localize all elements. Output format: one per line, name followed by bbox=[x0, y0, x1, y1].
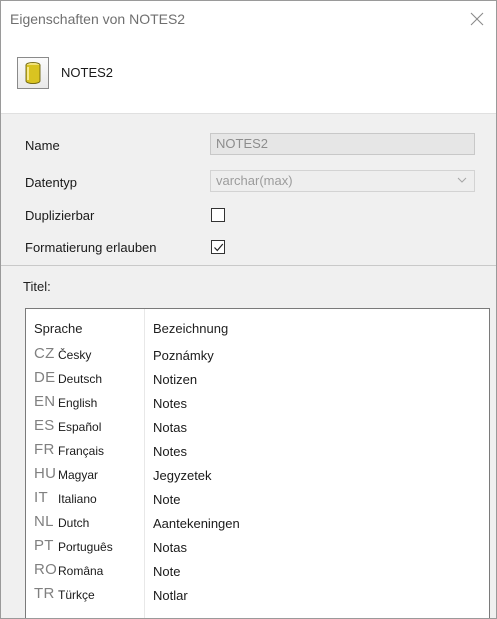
language-name: Româna bbox=[58, 564, 104, 578]
language-name: Česky bbox=[58, 348, 92, 362]
window-title: Eigenschaften von NOTES2 bbox=[10, 11, 186, 27]
column-header-language[interactable]: Sprache bbox=[34, 321, 82, 336]
language-name: Dutch bbox=[58, 516, 90, 530]
language-code: NL bbox=[34, 513, 54, 530]
name-label: Name bbox=[25, 138, 60, 153]
column-header-designation[interactable]: Bezeichnung bbox=[153, 321, 228, 336]
chevron-down-icon bbox=[457, 177, 467, 183]
list-item[interactable]: IT Italiano Note bbox=[26, 488, 489, 512]
object-header: NOTES2 bbox=[1, 41, 496, 111]
designation-value[interactable]: Notes bbox=[153, 396, 187, 411]
language-name: Deutsch bbox=[58, 372, 103, 386]
list-item[interactable]: ES Español Notas bbox=[26, 416, 489, 440]
language-code: CZ bbox=[34, 345, 55, 362]
language-name: English bbox=[58, 396, 98, 410]
language-name: Français bbox=[58, 444, 105, 458]
object-name: NOTES2 bbox=[61, 65, 114, 80]
language-code: ES bbox=[34, 417, 55, 434]
language-code: HU bbox=[34, 465, 57, 482]
list-item[interactable]: FR Français Notes bbox=[26, 440, 489, 464]
formatting-label: Formatierung erlauben bbox=[25, 240, 157, 255]
designation-value[interactable]: Jegyzetek bbox=[153, 468, 212, 483]
language-code: RO bbox=[34, 561, 58, 578]
properties-panel: Name NOTES2 Datentyp varchar(max) Dupliz… bbox=[1, 113, 496, 266]
language-name: Português bbox=[58, 540, 113, 554]
datatype-label: Datentyp bbox=[25, 175, 78, 190]
designation-value[interactable]: Aantekeningen bbox=[153, 516, 240, 531]
duplicable-label: Duplizierbar bbox=[25, 208, 95, 223]
designation-value[interactable]: Notizen bbox=[153, 372, 197, 387]
datatype-value: varchar(max) bbox=[216, 173, 293, 188]
titles-label: Titel: bbox=[23, 279, 51, 294]
designation-value[interactable]: Notas bbox=[153, 540, 187, 555]
list-item[interactable]: PT Português Notas bbox=[26, 536, 489, 560]
list-item[interactable]: EN English Notes bbox=[26, 392, 489, 416]
language-name: Español bbox=[58, 420, 102, 434]
designation-value[interactable]: Poznámky bbox=[153, 348, 214, 363]
list-item[interactable]: HU Magyar Jegyzetek bbox=[26, 464, 489, 488]
titles-section: Titel: Sprache Bezeichnung CZ Česky Pozn… bbox=[1, 266, 496, 618]
language-code: TR bbox=[34, 585, 55, 602]
title-bar: Eigenschaften von NOTES2 bbox=[1, 1, 496, 37]
close-icon bbox=[470, 12, 484, 26]
language-code: EN bbox=[34, 393, 56, 410]
designation-value[interactable]: Notlar bbox=[153, 588, 188, 603]
designation-value[interactable]: Notas bbox=[153, 420, 187, 435]
language-code: DE bbox=[34, 369, 56, 386]
checkmark-icon bbox=[214, 243, 224, 252]
name-field[interactable]: NOTES2 bbox=[210, 133, 475, 155]
language-name: Italiano bbox=[58, 492, 97, 506]
list-item[interactable]: TR Türkçe Notlar bbox=[26, 584, 489, 608]
formatting-checkbox[interactable] bbox=[211, 240, 225, 254]
datatype-select[interactable]: varchar(max) bbox=[210, 170, 475, 192]
designation-value[interactable]: Note bbox=[153, 564, 180, 579]
language-code: IT bbox=[34, 489, 48, 506]
designation-value[interactable]: Notes bbox=[153, 444, 187, 459]
duplicable-checkbox[interactable] bbox=[211, 208, 225, 222]
language-code: FR bbox=[34, 441, 55, 458]
titles-list[interactable]: Sprache Bezeichnung CZ Česky Poznámky DE… bbox=[25, 308, 490, 618]
language-code: PT bbox=[34, 537, 54, 554]
close-button[interactable] bbox=[464, 7, 490, 31]
language-name: Magyar bbox=[58, 468, 99, 482]
list-item[interactable]: CZ Česky Poznámky bbox=[26, 344, 489, 368]
language-name: Türkçe bbox=[58, 588, 95, 602]
designation-value[interactable]: Note bbox=[153, 492, 180, 507]
properties-dialog: Eigenschaften von NOTES2 NOTES2 Name NOT… bbox=[0, 0, 497, 619]
list-item[interactable]: NL Dutch Aantekeningen bbox=[26, 512, 489, 536]
list-item[interactable]: RO Româna Note bbox=[26, 560, 489, 584]
list-item[interactable]: DE Deutsch Notizen bbox=[26, 368, 489, 392]
database-column-icon bbox=[17, 57, 49, 89]
